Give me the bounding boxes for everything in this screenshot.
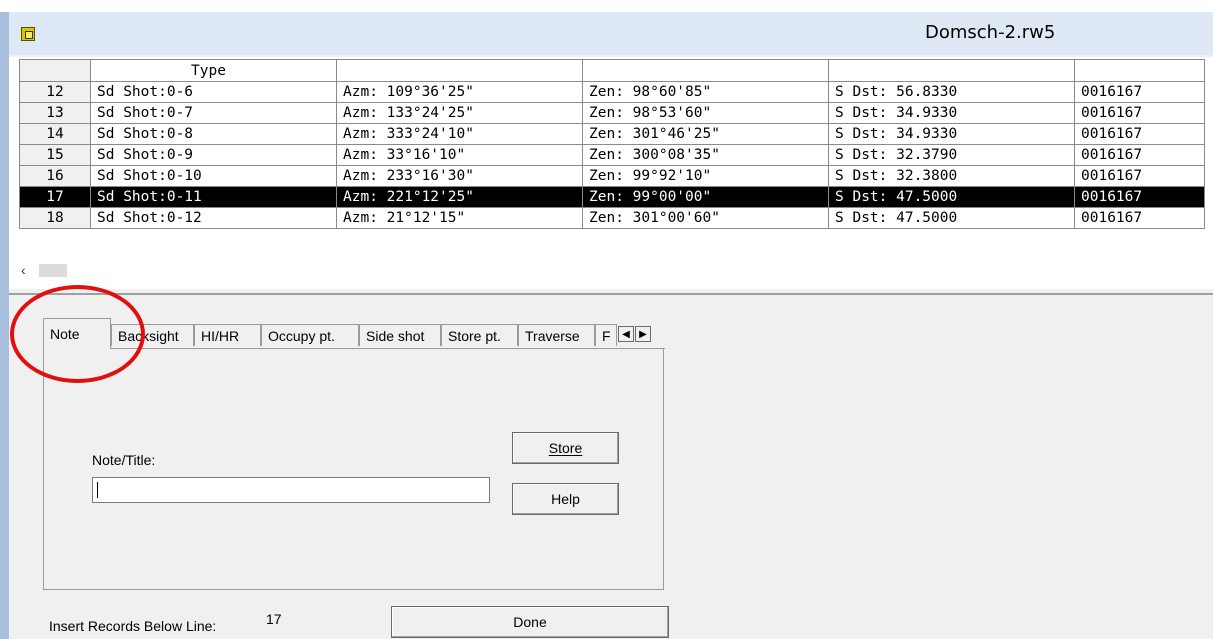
cell-code[interactable]: 0016167: [1074, 123, 1205, 145]
table-header-row: Type: [19, 59, 1205, 82]
table-row[interactable]: 18 Sd Shot:0-12 Azm: 21°12'15" Zen: 301°…: [19, 207, 1205, 229]
tab-occupy-pt[interactable]: Occupy pt.: [261, 324, 359, 346]
table-row-selected[interactable]: 17 Sd Shot:0-11 Azm: 221°12'25" Zen: 99°…: [19, 186, 1205, 208]
tab-store-pt[interactable]: Store pt.: [441, 324, 518, 346]
cell-azimuth[interactable]: Azm: 33°16'10": [336, 144, 583, 166]
column-header-distance[interactable]: [828, 59, 1075, 82]
splitter[interactable]: [9, 293, 1213, 295]
cell-code[interactable]: 0016167: [1074, 81, 1205, 103]
table-row[interactable]: 12 Sd Shot:0-6 Azm: 109°36'25" Zen: 98°6…: [19, 81, 1205, 103]
cell-azimuth[interactable]: Azm: 221°12'25": [336, 186, 583, 208]
cell-type[interactable]: Sd Shot:0-9: [90, 144, 337, 166]
cell-zenith[interactable]: Zen: 301°46'25": [582, 123, 829, 145]
row-number[interactable]: 16: [19, 165, 91, 187]
cell-distance[interactable]: S Dst: 56.8330: [828, 81, 1075, 103]
corner-header[interactable]: [19, 59, 91, 82]
tab-note[interactable]: Note: [43, 318, 111, 349]
cell-distance[interactable]: S Dst: 34.9330: [828, 123, 1075, 145]
cell-code[interactable]: 0016167: [1074, 207, 1205, 229]
records-table: Type 12 Sd Shot:0-6 Azm: 109°36'25" Zen:…: [19, 59, 1205, 229]
tab-side-shot[interactable]: Side shot: [359, 324, 441, 346]
table-row[interactable]: 13 Sd Shot:0-7 Azm: 133°24'25" Zen: 98°5…: [19, 102, 1205, 124]
tab-scroll-left-icon[interactable]: ◀: [618, 326, 634, 342]
row-number[interactable]: 17: [19, 186, 91, 208]
column-header-azimuth[interactable]: [336, 59, 583, 82]
cell-azimuth[interactable]: Azm: 233°16'30": [336, 165, 583, 187]
cell-code[interactable]: 0016167: [1074, 102, 1205, 124]
tab-traverse[interactable]: Traverse: [518, 324, 595, 346]
title-bar: Domsch-2.rw5: [9, 12, 1213, 55]
window-left-edge: [0, 12, 9, 639]
cell-zenith[interactable]: Zen: 99°92'10": [582, 165, 829, 187]
column-header-zenith[interactable]: [582, 59, 829, 82]
cell-azimuth[interactable]: Azm: 109°36'25": [336, 81, 583, 103]
cell-type[interactable]: Sd Shot:0-7: [90, 102, 337, 124]
note-title-input[interactable]: [92, 477, 490, 503]
column-header-type[interactable]: Type: [90, 59, 337, 82]
cell-code[interactable]: 0016167: [1074, 165, 1205, 187]
done-button-label: Done: [513, 614, 547, 630]
done-button[interactable]: Done: [391, 606, 669, 638]
cell-zenith[interactable]: Zen: 98°60'85": [582, 81, 829, 103]
row-number[interactable]: 13: [19, 102, 91, 124]
text-caret: [97, 482, 98, 498]
cell-azimuth[interactable]: Azm: 333°24'10": [336, 123, 583, 145]
cell-type[interactable]: Sd Shot:0-6: [90, 81, 337, 103]
tab-scroll-right-icon[interactable]: ▶: [635, 326, 651, 342]
help-button-label: Help: [551, 491, 580, 507]
table-row[interactable]: 16 Sd Shot:0-10 Azm: 233°16'30" Zen: 99°…: [19, 165, 1205, 187]
insert-records-label: Insert Records Below Line:: [49, 618, 217, 634]
cell-code[interactable]: 0016167: [1074, 144, 1205, 166]
app-icon[interactable]: [21, 27, 35, 41]
store-button-label: Store: [548, 440, 583, 456]
cell-azimuth[interactable]: Azm: 21°12'15": [336, 207, 583, 229]
cell-code[interactable]: 0016167: [1074, 186, 1205, 208]
row-number[interactable]: 18: [19, 207, 91, 229]
cell-distance[interactable]: S Dst: 47.5000: [828, 207, 1075, 229]
cell-distance[interactable]: S Dst: 34.9330: [828, 102, 1075, 124]
help-button[interactable]: Help: [512, 483, 619, 515]
cell-distance[interactable]: S Dst: 47.5000: [828, 186, 1075, 208]
note-title-label: Note/Title:: [92, 452, 156, 468]
store-button[interactable]: Store: [512, 432, 619, 464]
table-row[interactable]: 15 Sd Shot:0-9 Azm: 33°16'10" Zen: 300°0…: [19, 144, 1205, 166]
app-window: Domsch-2.rw5 Type 12 Sd Shot:0-6 Azm: 10…: [9, 12, 1213, 639]
cell-zenith[interactable]: Zen: 301°00'60": [582, 207, 829, 229]
cell-distance[interactable]: S Dst: 32.3800: [828, 165, 1075, 187]
column-header-code[interactable]: [1074, 59, 1205, 82]
row-number[interactable]: 14: [19, 123, 91, 145]
scroll-left-icon[interactable]: ‹: [21, 262, 49, 278]
cell-type[interactable]: Sd Shot:0-10: [90, 165, 337, 187]
records-grid: Type 12 Sd Shot:0-6 Azm: 109°36'25" Zen:…: [9, 57, 1213, 289]
insert-records-value: 17: [266, 611, 282, 627]
cell-type[interactable]: Sd Shot:0-11: [90, 186, 337, 208]
tab-hi-hr[interactable]: HI/HR: [194, 324, 261, 346]
window-title: Domsch-2.rw5: [925, 22, 1056, 43]
cell-type[interactable]: Sd Shot:0-12: [90, 207, 337, 229]
cell-zenith[interactable]: Zen: 300°08'35": [582, 144, 829, 166]
cell-type[interactable]: Sd Shot:0-8: [90, 123, 337, 145]
tab-panel: [43, 348, 664, 590]
cell-distance[interactable]: S Dst: 32.3790: [828, 144, 1075, 166]
row-number[interactable]: 15: [19, 144, 91, 166]
tab-f[interactable]: F: [595, 324, 617, 346]
cell-zenith[interactable]: Zen: 99°00'00": [582, 186, 829, 208]
cell-zenith[interactable]: Zen: 98°53'60": [582, 102, 829, 124]
tab-backsight[interactable]: Backsight: [111, 324, 194, 346]
cell-azimuth[interactable]: Azm: 133°24'25": [336, 102, 583, 124]
row-number[interactable]: 12: [19, 81, 91, 103]
table-row[interactable]: 14 Sd Shot:0-8 Azm: 333°24'10" Zen: 301°…: [19, 123, 1205, 145]
